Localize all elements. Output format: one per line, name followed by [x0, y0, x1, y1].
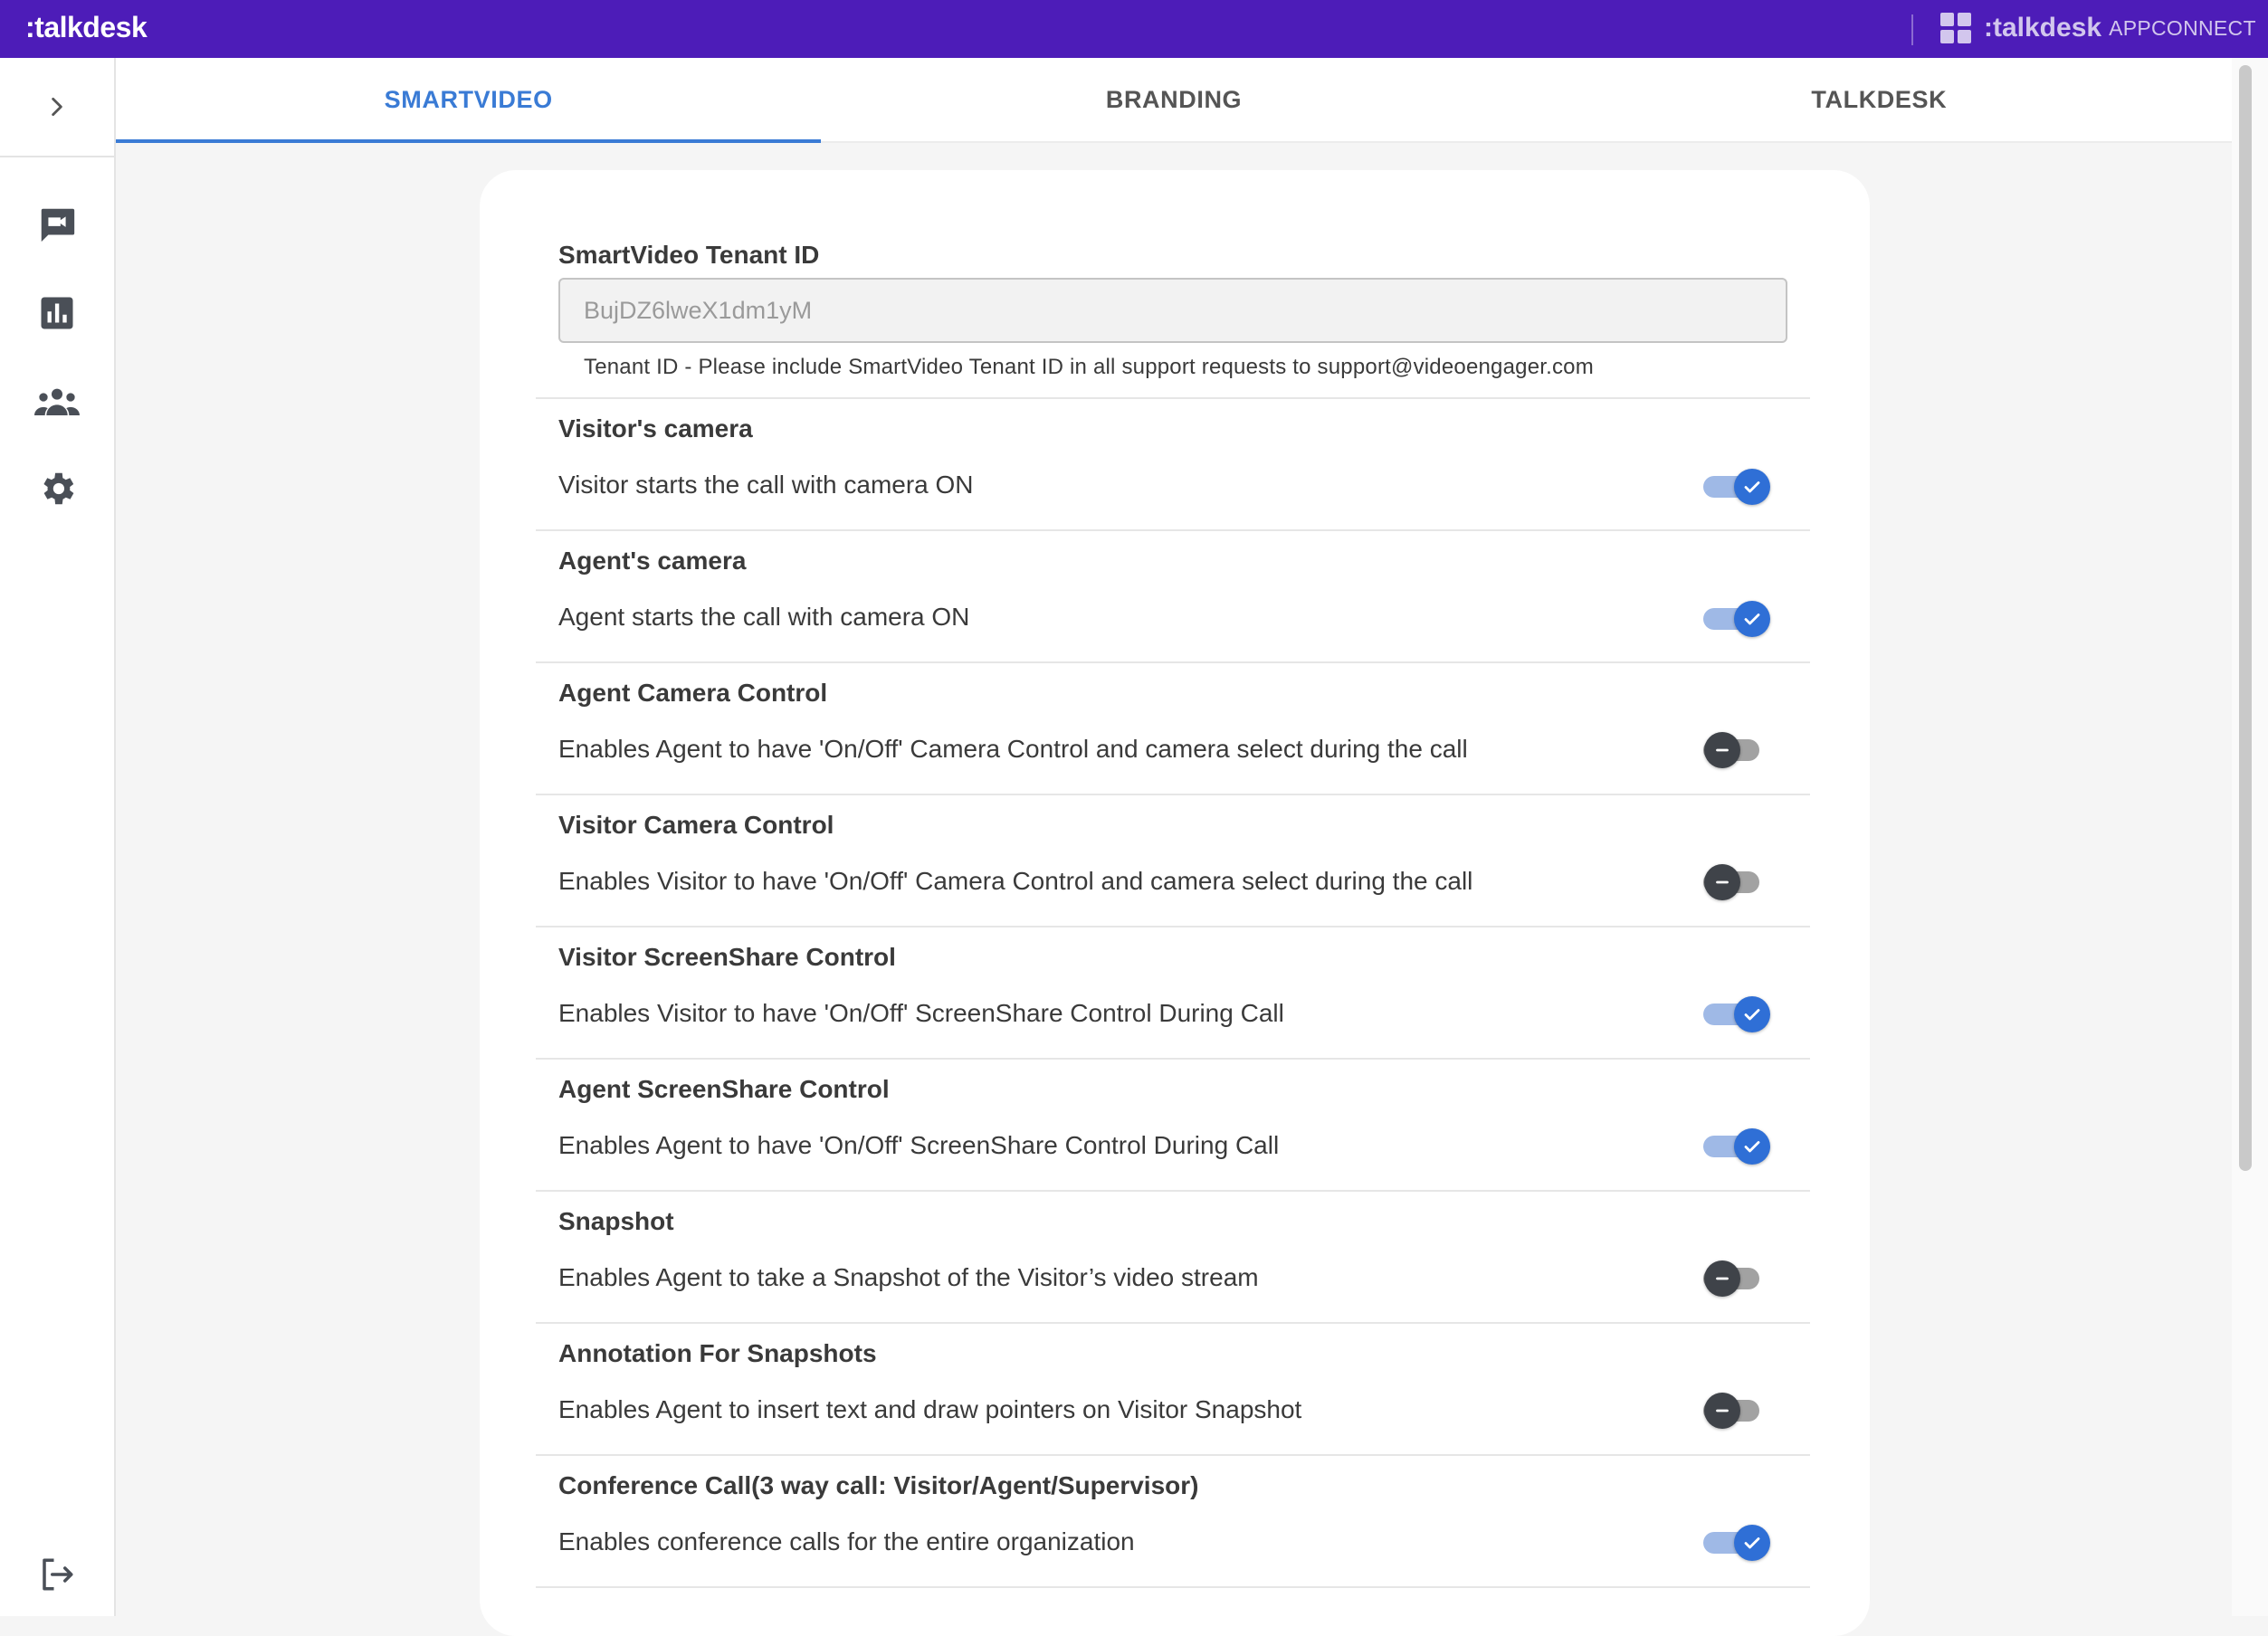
sidebar-item-video-chat[interactable]: [30, 197, 84, 252]
divider: [536, 1322, 1810, 1324]
setting-title: Snapshot: [558, 1207, 674, 1235]
conference-call-toggle[interactable]: [1701, 1521, 1774, 1565]
tenant-id-field[interactable]: [558, 278, 1787, 343]
visitor-camera-control-toggle[interactable]: [1701, 861, 1774, 904]
tenant-id-label: SmartVideo Tenant ID: [558, 241, 820, 269]
tenant-id-help-text: Tenant ID - Please include SmartVideo Te…: [584, 355, 1594, 379]
appconnect-brand: :talkdesk: [1984, 13, 2102, 43]
setting-title: Agent's camera: [558, 547, 747, 575]
divider: [536, 1454, 1810, 1456]
setting-title: Agent Camera Control: [558, 679, 828, 707]
logout-icon: [43, 1558, 73, 1591]
setting-title: Visitor's camera: [558, 414, 753, 442]
apps-grid-icon: [1940, 13, 1971, 43]
setting-title: Conference Call(3 way call: Visitor/Agen…: [558, 1471, 1199, 1499]
setting-title: Visitor ScreenShare Control: [558, 943, 896, 971]
visitor-camera-toggle[interactable]: [1701, 465, 1774, 509]
minus-icon: [1716, 1277, 1729, 1280]
setting-description: Enables Agent to take a Snapshot of the …: [558, 1263, 1259, 1291]
minus-icon: [1716, 1409, 1729, 1412]
divider: [536, 661, 1810, 663]
agent-camera-control-toggle[interactable]: [1701, 728, 1774, 772]
topbar-divider: [1911, 14, 1913, 45]
visitor-screenshare-toggle[interactable]: [1701, 993, 1774, 1036]
setting-description: Visitor starts the call with camera ON: [558, 471, 974, 499]
tab-branding[interactable]: BRANDING: [821, 58, 1526, 141]
divider: [536, 397, 1810, 399]
appconnect-label: APPCONNECT: [2109, 15, 2256, 40]
bar-chart-icon: [41, 297, 73, 329]
divider: [536, 1190, 1810, 1192]
setting-description: Enables conference calls for the entire …: [558, 1527, 1135, 1555]
setting-description: Enables Agent to have 'On/Off' ScreenSha…: [558, 1131, 1280, 1159]
talkdesk-logo: :talkdesk: [25, 11, 148, 43]
sidebar: [0, 58, 116, 1616]
sidebar-item-analytics[interactable]: [30, 286, 84, 340]
check-icon: [1744, 1537, 1760, 1549]
divider: [536, 926, 1810, 927]
annotation-toggle[interactable]: [1701, 1389, 1774, 1432]
video-chat-icon: [41, 208, 75, 243]
setting-title: Visitor Camera Control: [558, 811, 834, 839]
divider: [536, 1058, 1810, 1060]
settings-tabs: SMARTVIDEO BRANDING TALKDESK: [116, 58, 2232, 143]
group-icon: [34, 388, 80, 415]
setting-description: Enables Agent to insert text and draw po…: [558, 1395, 1302, 1423]
agent-screenshare-toggle[interactable]: [1701, 1125, 1774, 1168]
sidebar-expand-button[interactable]: [0, 58, 114, 157]
tab-smartvideo[interactable]: SMARTVIDEO: [116, 58, 822, 143]
appconnect-link[interactable]: :talkdesk APPCONNECT: [1940, 13, 2256, 43]
setting-title: Agent ScreenShare Control: [558, 1075, 890, 1103]
check-icon: [1744, 1141, 1760, 1153]
setting-description: Enables Agent to have 'On/Off' Camera Co…: [558, 735, 1468, 763]
chevron-right-icon: [52, 97, 62, 117]
sidebar-item-settings[interactable]: [30, 461, 84, 516]
setting-description: Enables Visitor to have 'On/Off' Camera …: [558, 867, 1473, 895]
sidebar-item-users[interactable]: [30, 375, 84, 429]
setting-description: Agent starts the call with camera ON: [558, 603, 970, 631]
setting-description: Enables Visitor to have 'On/Off' ScreenS…: [558, 999, 1284, 1027]
top-bar: :talkdesk :talkdesk APPCONNECT: [0, 0, 2268, 58]
snapshot-toggle[interactable]: [1701, 1257, 1774, 1300]
gear-icon: [43, 472, 74, 505]
logout-button[interactable]: [30, 1547, 84, 1602]
check-icon: [1744, 614, 1760, 625]
agent-camera-toggle[interactable]: [1701, 597, 1774, 641]
tab-talkdesk[interactable]: TALKDESK: [1527, 58, 2232, 141]
minus-icon: [1716, 880, 1729, 884]
divider: [536, 1586, 1810, 1588]
setting-title: Annotation For Snapshots: [558, 1339, 877, 1367]
divider: [536, 529, 1810, 531]
check-icon: [1744, 1009, 1760, 1021]
minus-icon: [1716, 748, 1729, 752]
scrollbar-thumb[interactable]: [2239, 65, 2252, 1171]
check-icon: [1744, 481, 1760, 493]
divider: [536, 794, 1810, 795]
